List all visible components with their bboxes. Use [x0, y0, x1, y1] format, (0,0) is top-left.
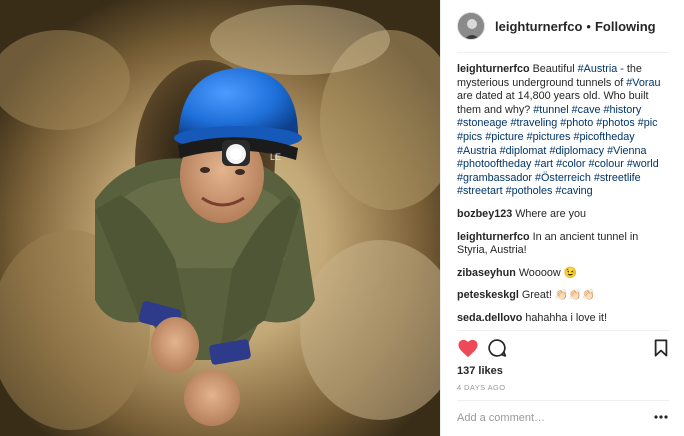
divider — [457, 330, 669, 331]
comment-username[interactable]: leighturnerfco — [457, 231, 530, 243]
hashtag-link[interactable]: #Austria — [578, 63, 618, 75]
hashtag-link[interactable]: #Vorau — [626, 77, 660, 89]
bookmark-icon[interactable] — [653, 339, 669, 357]
comment-username[interactable]: bozbey123 — [457, 208, 512, 220]
caving-photo-illustration: LE — [0, 0, 440, 436]
hashtag-link[interactable]: #Österreich — [535, 172, 591, 184]
hashtag-link[interactable]: #cave — [572, 104, 601, 116]
avatar-image-icon — [458, 13, 484, 39]
hashtag-link[interactable]: #history — [603, 104, 641, 116]
comment-item: peteskeskgl Great! 👏🏻👏🏻👏🏻 — [457, 289, 669, 303]
header-separator: • — [586, 18, 591, 34]
hashtag-link[interactable]: #pics — [457, 131, 482, 143]
more-options-icon[interactable] — [653, 410, 669, 424]
comment-text: Where are you — [515, 207, 587, 220]
hashtag-link[interactable]: #Vienna — [607, 145, 646, 157]
hashtag-link[interactable]: #diplomacy — [549, 145, 604, 157]
divider — [457, 400, 669, 401]
post-photo[interactable]: LE — [0, 0, 440, 436]
comment-item: bozbey123 Where are you — [457, 208, 669, 222]
comment-username[interactable]: peteskeskgl — [457, 289, 519, 301]
comment-username[interactable]: zibaseyhun — [457, 267, 516, 279]
comment-text: Great! 👏🏻👏🏻👏🏻 — [521, 289, 596, 302]
action-bar — [457, 338, 669, 360]
comment-text: Woooow 😉 — [518, 266, 578, 279]
heart-icon[interactable] — [457, 338, 479, 358]
hashtag-link[interactable]: #photo — [560, 117, 593, 129]
hashtag-link[interactable]: #photos — [596, 117, 634, 129]
caption: leighturnerfco Beautiful #Austria - the … — [457, 63, 669, 199]
hashtag-link[interactable]: #pictures — [527, 131, 571, 143]
caption-username[interactable]: leighturnerfco — [457, 63, 530, 75]
comment-item: zibaseyhun Woooow 😉 — [457, 267, 669, 281]
divider — [457, 52, 669, 53]
hashtag-link[interactable]: #tunnel — [533, 104, 568, 116]
hashtag-link[interactable]: #traveling — [510, 117, 557, 129]
helmet-band-text: LE — [270, 152, 281, 162]
comment-item: seda.dellovo hahahha i love it! — [457, 312, 669, 326]
avatar[interactable] — [457, 12, 485, 40]
hashtag-link[interactable]: #color — [556, 158, 585, 170]
hashtag-link[interactable]: #pic — [638, 117, 658, 129]
hashtag-link[interactable]: #art — [534, 158, 553, 170]
post-header: leighturnerfco • Following — [457, 10, 669, 42]
hashtag-link[interactable]: #streetlife — [594, 172, 641, 184]
hashtag-link[interactable]: #stoneage — [457, 117, 507, 129]
caption-text-segment: Beautiful — [532, 63, 578, 75]
likes-count[interactable]: 137 likes — [457, 365, 503, 377]
hashtag-link[interactable]: #picoftheday — [573, 131, 634, 143]
add-comment-input[interactable] — [457, 408, 637, 428]
comment-username[interactable]: seda.dellovo — [457, 312, 522, 324]
post-timestamp[interactable]: 4 DAYS AGO — [457, 383, 505, 392]
caption-text: Beautiful #Austria - the mysterious unde… — [457, 63, 660, 197]
following-button[interactable]: Following — [595, 19, 656, 34]
comment-item: leighturnerfco In an ancient tunnel in S… — [457, 231, 669, 258]
hashtag-link[interactable]: #colour — [588, 158, 623, 170]
hashtag-link[interactable]: #Austria — [457, 145, 497, 157]
post-details-panel: leighturnerfco • Following leighturnerfc… — [440, 0, 684, 436]
hashtag-link[interactable]: #potholes — [506, 185, 553, 197]
hashtag-link[interactable]: #grambassador — [457, 172, 532, 184]
comments-section: leighturnerfco Beautiful #Austria - the … — [457, 63, 669, 335]
hashtag-link[interactable]: #diplomat — [500, 145, 547, 157]
hashtag-link[interactable]: #streetart — [457, 185, 503, 197]
header-username[interactable]: leighturnerfco — [495, 19, 582, 34]
comment-list: bozbey123 Where are you leighturnerfco In… — [457, 208, 669, 326]
hashtag-link[interactable]: #picture — [485, 131, 523, 143]
comment-icon[interactable] — [487, 338, 507, 358]
hashtag-link[interactable]: #world — [627, 158, 659, 170]
instagram-post: LE leighturnerfco • Following leighturne… — [0, 0, 684, 436]
hashtag-link[interactable]: #photooftheday — [457, 158, 531, 170]
hashtag-link[interactable]: #caving — [555, 185, 592, 197]
comment-text: hahahha i love it! — [525, 311, 608, 324]
